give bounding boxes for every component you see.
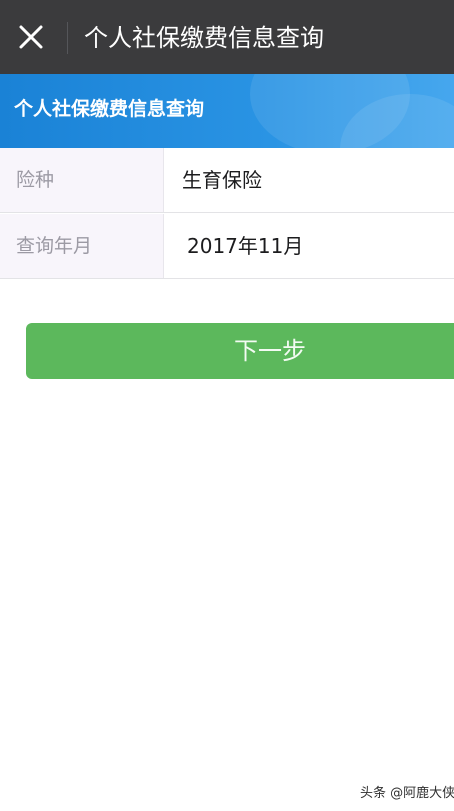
form-row-insurance-type: 险种 生育保险: [0, 148, 454, 213]
banner-title: 个人社保缴费信息查询: [14, 98, 205, 120]
insurance-type-select[interactable]: 生育保险: [182, 167, 262, 193]
page-title: 个人社保缴费信息查询: [84, 24, 324, 52]
next-step-button[interactable]: 下一步: [26, 323, 454, 379]
form-row-query-month: 查询年月 2017年11月: [0, 214, 454, 279]
insurance-type-label: 险种: [16, 169, 55, 191]
watermark: 头条 @阿鹿大侠: [360, 786, 454, 801]
form-label-cell: 查询年月: [0, 214, 164, 278]
topbar-divider: [67, 22, 68, 54]
banner: 个人社保缴费信息查询: [0, 74, 454, 148]
query-month-label: 查询年月: [16, 235, 93, 257]
close-button[interactable]: [0, 0, 64, 74]
next-step-label: 下一步: [234, 337, 306, 365]
query-month-picker[interactable]: 2017年11月: [187, 233, 303, 259]
form-label-cell: 险种: [0, 148, 164, 212]
top-navigation-bar: 个人社保缴费信息查询: [0, 0, 454, 74]
close-icon: [19, 25, 43, 49]
